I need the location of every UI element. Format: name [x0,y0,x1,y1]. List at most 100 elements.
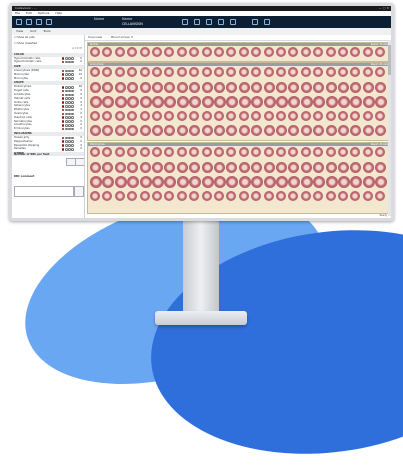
rbc-cell-image[interactable] [189,81,201,93]
rbc-cell-image[interactable] [164,81,176,93]
rbc-cell-image[interactable] [313,67,324,77]
rbc-cell-image[interactable] [102,67,113,77]
rbc-cell-image[interactable] [350,81,362,93]
grade-selector[interactable] [61,124,74,127]
rbc-cell-image[interactable] [263,81,275,93]
grade-selector[interactable] [61,57,74,60]
rbc-cell-image[interactable] [350,47,361,57]
grade-selector[interactable] [61,140,74,144]
rbc-cell-image[interactable] [338,125,349,136]
rbc-cell-image[interactable] [189,110,200,121]
rbc-cell-image[interactable] [102,110,113,121]
rbc-cell-image[interactable] [114,125,126,136]
rbc-cell-image[interactable] [189,176,202,188]
home-icon[interactable] [16,19,22,25]
rbc-cell-image[interactable] [263,96,276,108]
rbc-cell-image[interactable] [350,161,362,173]
rbc-cell-image[interactable] [176,161,188,173]
rbc-cell-image[interactable] [164,125,176,136]
rbc-cell-image[interactable] [263,190,274,201]
rbc-cell-image[interactable] [139,176,152,188]
rbc-cell-image[interactable] [127,67,138,77]
zoom-icon[interactable] [230,19,236,25]
grade-selector[interactable] [61,60,74,64]
rbc-cell-image[interactable] [238,190,249,201]
rbc-cell-image[interactable] [152,161,163,173]
rbc-cell-image[interactable] [288,190,299,201]
rbc-cell-image[interactable] [313,125,325,136]
rbc-cell-image[interactable] [251,81,263,93]
grade-radio-icon[interactable] [71,57,74,60]
rbc-cell-image[interactable] [102,47,113,57]
rbc-cell-image[interactable] [189,161,201,173]
grade-radio-icon[interactable] [71,89,74,93]
grade-radio-icon[interactable] [71,120,74,123]
rbc-cell-image[interactable] [350,176,363,188]
rbc-cell-image[interactable] [152,147,162,157]
rbc-cell-image[interactable] [300,81,312,93]
rbc-cell-image[interactable] [214,176,226,188]
rbc-cell-image[interactable] [201,67,212,77]
rbc-cell-image[interactable] [201,176,214,188]
rbc-cell-image[interactable] [201,96,214,108]
rbc-cell-image[interactable] [350,96,363,108]
rbc-cell-image[interactable] [164,176,177,188]
rbc-cell-image[interactable] [375,67,386,77]
rbc-cell-image[interactable] [226,147,237,157]
rbc-cell-image[interactable] [362,96,375,108]
rbc-cell-image[interactable] [189,47,200,57]
rbc-cell-image[interactable] [214,125,225,136]
rbc-cell-image[interactable] [338,110,348,121]
grade-radio-icon[interactable] [71,86,74,89]
grade-radio-icon[interactable] [71,124,74,127]
rbc-cell-image[interactable] [127,176,140,188]
rbc-cell-image[interactable] [176,96,189,108]
rbc-cell-image[interactable] [263,67,274,77]
rbc-cell-image[interactable] [313,96,326,108]
rbc-cell-image[interactable] [238,147,249,157]
rbc-cell-image[interactable] [127,47,138,57]
rbc-cell-image[interactable] [338,176,350,188]
rbc-cell-image[interactable] [276,161,287,173]
rbc-cell-image[interactable] [238,110,249,121]
grade-selector[interactable] [61,116,74,120]
rbc-cell-image[interactable] [226,161,238,173]
rbc-cell-image[interactable] [251,176,264,188]
rbc-cell-image[interactable] [362,47,373,57]
comment-edit-button[interactable] [74,186,84,197]
rbc-cell-image[interactable] [276,67,286,77]
grade-radio-icon[interactable] [71,97,74,101]
rbc-cell-image[interactable] [325,161,337,173]
rbc-cell-image[interactable] [139,47,150,57]
pause-icon[interactable] [194,19,200,25]
grade-selector[interactable] [61,89,74,93]
rbc-cell-image[interactable] [164,161,176,173]
rbc-cell-image[interactable] [375,176,388,188]
rbc-cell-image[interactable] [313,176,326,188]
rbc-cell-image[interactable] [164,110,175,121]
rbc-cell-image[interactable] [226,67,237,77]
rbc-cell-image[interactable] [176,190,187,201]
rbc-cell-image[interactable] [114,176,127,188]
rbc-cell-image[interactable] [251,47,262,57]
grade-selector[interactable] [61,73,74,77]
rbc-cell-image[interactable] [152,96,164,108]
classification-row[interactable]: Microcytes 0 [12,77,84,81]
grade-radio-icon[interactable] [71,101,74,104]
rbc-cell-image[interactable] [375,161,387,173]
rbc-cell-image[interactable] [313,110,324,121]
tab-blood-smear[interactable]: Blood smear ✕ [111,35,133,39]
rbc-cell-image[interactable] [276,147,286,157]
rbc-cell-image[interactable] [288,147,299,157]
rbc-cell-image[interactable] [350,125,362,136]
rbc-cell-image[interactable] [214,190,224,201]
classification-row[interactable]: Echinocytes 0 [12,127,84,131]
rbc-cell-image[interactable] [276,96,288,108]
rbc-cell-image[interactable] [375,47,386,57]
rbc-cell-image[interactable] [251,125,263,136]
rbc-cell-image[interactable] [338,81,349,93]
rbc-cell-image[interactable] [139,161,151,173]
rbc-cell-image[interactable] [90,81,101,93]
grade-radio-icon[interactable] [71,73,74,77]
gallery-scroll-thumb[interactable] [388,45,391,75]
